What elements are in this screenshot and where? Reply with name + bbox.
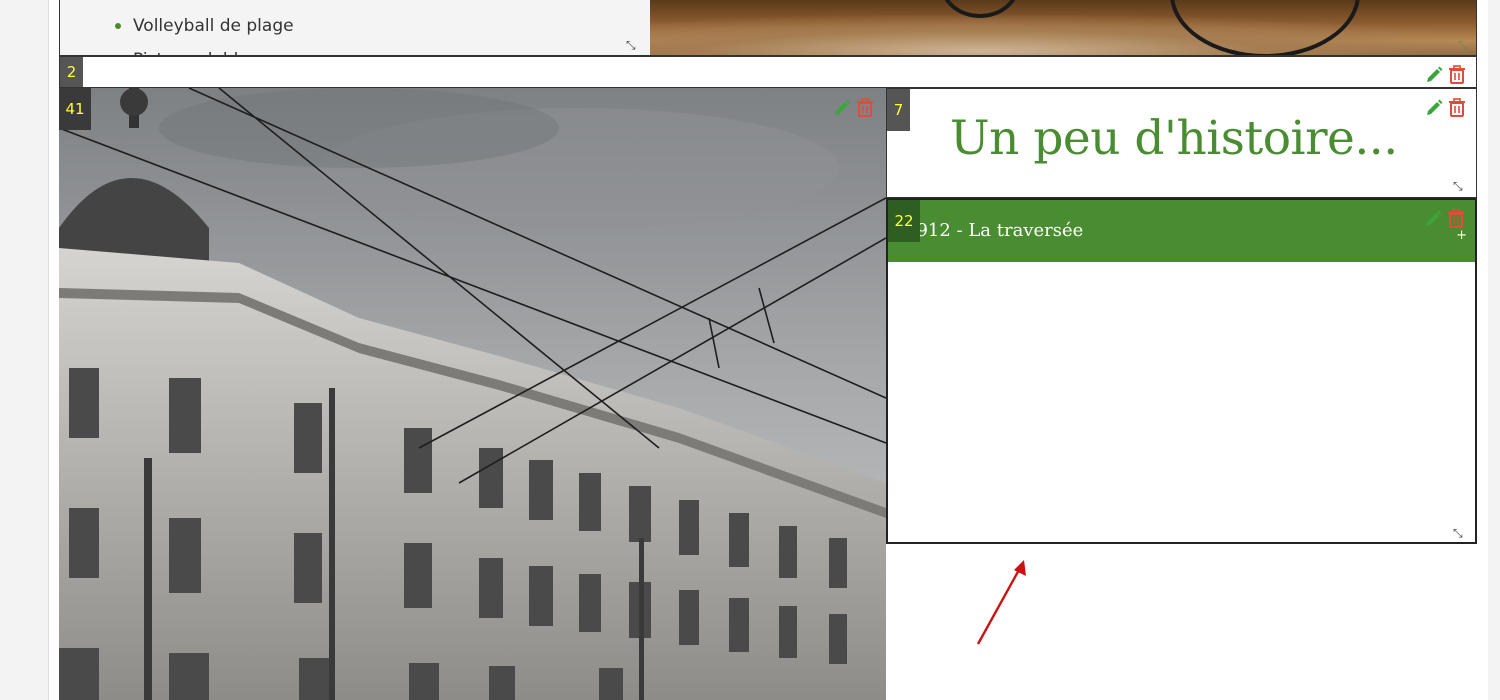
list-block[interactable]: Volleyball de plage Piste cyclable ⤡ bbox=[59, 0, 651, 56]
trash-icon[interactable] bbox=[855, 98, 875, 118]
row-number-badge: 2 bbox=[60, 57, 83, 87]
section-heading: Un peu d'histoire... bbox=[950, 111, 1398, 166]
building-photo-block[interactable]: 41 bbox=[59, 88, 886, 700]
accordion-block[interactable]: 1912 - La traversée + 22 ⤡ bbox=[886, 198, 1477, 544]
trash-icon[interactable] bbox=[1447, 98, 1467, 118]
block-number-badge: 22 bbox=[888, 200, 920, 242]
building-photo bbox=[59, 88, 886, 700]
accordion-item-header[interactable]: 1912 - La traversée + bbox=[888, 200, 1475, 262]
pencil-icon[interactable] bbox=[832, 98, 852, 118]
resize-handle-icon[interactable]: ⤡ bbox=[626, 38, 636, 53]
row-2[interactable]: 2 bbox=[59, 56, 1477, 88]
page: Volleyball de plage Piste cyclable ⤡ ⤡ 2 bbox=[0, 0, 1500, 700]
resize-handle-icon[interactable]: ⤡ bbox=[1458, 38, 1468, 53]
bike-photo-block[interactable]: ⤡ bbox=[650, 0, 1477, 56]
list-item: Piste cyclable bbox=[115, 43, 294, 55]
resize-handle-icon[interactable]: ⤡ bbox=[1453, 526, 1463, 541]
pencil-icon[interactable] bbox=[1424, 65, 1444, 85]
feature-list: Volleyball de plage Piste cyclable bbox=[115, 9, 294, 55]
photo-ground bbox=[650, 15, 1476, 55]
trash-icon[interactable] bbox=[1447, 65, 1467, 85]
resize-handle-icon[interactable]: ⤡ bbox=[1453, 179, 1463, 194]
list-item: Volleyball de plage bbox=[115, 9, 294, 43]
block-number-badge: 7 bbox=[887, 89, 910, 131]
pencil-icon[interactable] bbox=[1424, 98, 1444, 118]
block-number-badge: 41 bbox=[59, 88, 91, 130]
trash-icon[interactable] bbox=[1446, 209, 1466, 229]
expand-plus-icon[interactable]: + bbox=[1456, 228, 1467, 243]
heading-block[interactable]: 7 Un peu d'histoire... ⤡ bbox=[886, 88, 1477, 198]
pencil-icon[interactable] bbox=[1423, 209, 1443, 229]
annotation-arrow-icon bbox=[976, 560, 1026, 645]
accordion-item-title: 1912 - La traversée bbox=[905, 220, 1084, 241]
